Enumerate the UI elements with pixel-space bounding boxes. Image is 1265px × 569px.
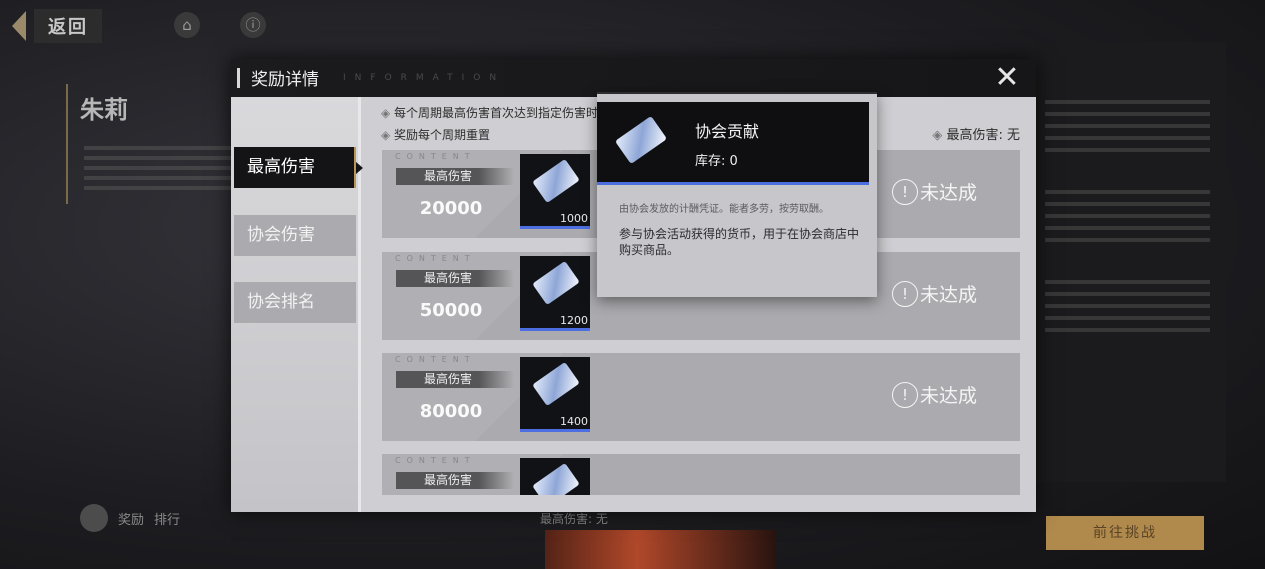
item-tooltip: 协会贡献 库存: 0 由协会发放的计酬凭证。能者多劳，按劳取酬。 参与协会活动获…: [597, 92, 877, 297]
row-label: 最高伤害: [396, 371, 514, 388]
reward-item-card[interactable]: 1400: [520, 357, 590, 432]
row-content-tag: CONTENT: [395, 456, 476, 465]
right-info-row: [1045, 100, 1210, 152]
row-label: 最高伤害: [396, 168, 514, 185]
row-threshold: 20000: [419, 198, 483, 219]
status-text: 未达成: [920, 182, 978, 204]
tab-max-damage[interactable]: 最高伤害: [234, 147, 363, 188]
reward-tabs: 最高伤害 协会伤害 协会排名: [231, 97, 363, 512]
dialog-subtitle: INFORMATION: [343, 73, 506, 83]
exclamation-icon: !: [892, 178, 918, 205]
reward-item-card[interactable]: 1200: [520, 256, 590, 331]
guild-contribution-icon: [614, 115, 668, 165]
header-accent-bar: [237, 68, 240, 88]
tab-guild-rank[interactable]: 协会排名: [234, 282, 356, 323]
back-label: 返回: [34, 9, 102, 43]
row-label: 最高伤害: [396, 472, 514, 489]
boss-art: [545, 530, 775, 569]
dialog-title: 奖励详情: [251, 70, 319, 90]
reward-item-card[interactable]: [520, 458, 590, 495]
row-content-tag: CONTENT: [395, 355, 476, 364]
guild-contribution-icon: [532, 462, 580, 495]
row-content-tag: CONTENT: [395, 254, 476, 263]
guild-contribution-icon: [532, 361, 580, 407]
status-text: 未达成: [920, 284, 978, 306]
chevron-left-icon: [12, 11, 26, 41]
item-quantity: 1000: [560, 212, 588, 225]
row-status: ! 未达成: [892, 280, 977, 307]
reward-row: CONTENT 最高伤害 80000 1400 ! 未达成: [382, 353, 1020, 441]
row-status: ! 未达成: [892, 381, 977, 408]
item-quantity: 1200: [560, 314, 588, 327]
home-icon[interactable]: ⌂: [174, 12, 200, 38]
character-description: [84, 146, 234, 194]
cube-icon[interactable]: [80, 504, 108, 532]
tooltip-item-name: 协会贡献: [695, 122, 760, 141]
rank-menu-label[interactable]: 排行: [154, 509, 180, 528]
reward-row: CONTENT 最高伤害: [382, 454, 1020, 495]
tooltip-header: 协会贡献 库存: 0: [597, 102, 869, 185]
row-label: 最高伤害: [396, 270, 514, 287]
exclamation-icon: !: [892, 381, 918, 408]
exclamation-icon: !: [892, 280, 918, 307]
tooltip-flavor-text: 由协会发放的计酬凭证。能者多劳，按劳取酬。: [619, 204, 829, 215]
go-challenge-button[interactable]: 前往挑战: [1046, 516, 1204, 550]
close-icon[interactable]: ✕: [992, 63, 1022, 93]
row-threshold: 80000: [419, 401, 483, 422]
back-button[interactable]: 返回: [12, 8, 132, 44]
reward-menu-label[interactable]: 奖励: [118, 509, 144, 528]
right-info-row: [1045, 280, 1210, 332]
character-name: 朱莉: [80, 96, 128, 124]
right-info-row: [1045, 190, 1210, 242]
reward-item-card[interactable]: 1000: [520, 154, 590, 229]
item-quantity: 1400: [560, 415, 588, 428]
status-text: 未达成: [920, 385, 978, 407]
row-status: ! 未达成: [892, 178, 977, 205]
tab-guild-damage[interactable]: 协会伤害: [234, 215, 356, 256]
row-threshold: 50000: [419, 300, 483, 321]
tooltip-description: 参与协会活动获得的货币，用于在协会商店中购买商品。: [619, 227, 860, 257]
guild-contribution-icon: [532, 158, 580, 204]
info-icon[interactable]: ⓘ: [240, 12, 266, 38]
guild-contribution-icon: [532, 260, 580, 306]
tooltip-stock: 库存: 0: [695, 154, 738, 169]
max-damage-note: 最高伤害: 无: [932, 124, 1020, 143]
row-content-tag: CONTENT: [395, 152, 476, 161]
